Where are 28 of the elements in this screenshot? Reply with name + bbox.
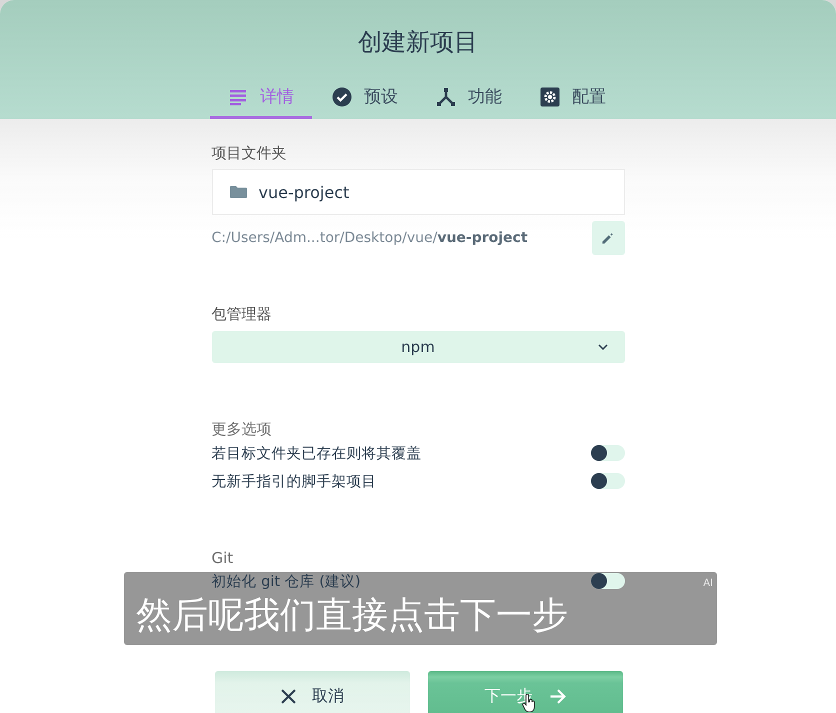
toggle-switch[interactable] xyxy=(590,473,624,489)
field-label: 包管理器 xyxy=(212,305,272,324)
close-icon xyxy=(281,688,296,704)
toggle-switch[interactable] xyxy=(590,573,624,589)
check-circle-icon xyxy=(332,86,352,106)
folder-path: C:/Users/Adm...tor/Desktop/vue/vue-project xyxy=(212,230,528,246)
option-label: 若目标文件夹已存在则将其覆盖 xyxy=(212,444,422,462)
tab[interactable]: 配置 xyxy=(522,77,624,119)
section-title: 更多选项 xyxy=(212,420,272,439)
edit-button[interactable] xyxy=(592,221,624,255)
chevron-down-icon xyxy=(598,344,608,350)
folder-icon xyxy=(230,185,246,199)
package-manager-select[interactable]: npm xyxy=(212,331,624,363)
settings-icon xyxy=(540,86,560,106)
option-label: 初始化 git 仓库 (建议) xyxy=(212,572,361,590)
option-label: 无新手指引的脚手架项目 xyxy=(212,472,376,490)
subtitle-text: 然后呢我们直接点击下一步 xyxy=(136,594,568,638)
ai-label: AI xyxy=(703,578,713,589)
tab[interactable]: 功能 xyxy=(418,77,520,119)
cancel-button[interactable]: 取消 xyxy=(215,671,410,713)
window-title: 创建新项目 xyxy=(358,27,478,58)
section-title: Git xyxy=(212,549,234,567)
arrow-right-icon xyxy=(548,688,566,704)
field-label: 项目文件夹 xyxy=(212,144,288,163)
toggle-switch[interactable] xyxy=(590,445,624,461)
tab[interactable]: 预设 xyxy=(314,77,416,119)
folder-input-field[interactable]: vue-project xyxy=(212,169,624,215)
fork-icon xyxy=(436,86,456,106)
